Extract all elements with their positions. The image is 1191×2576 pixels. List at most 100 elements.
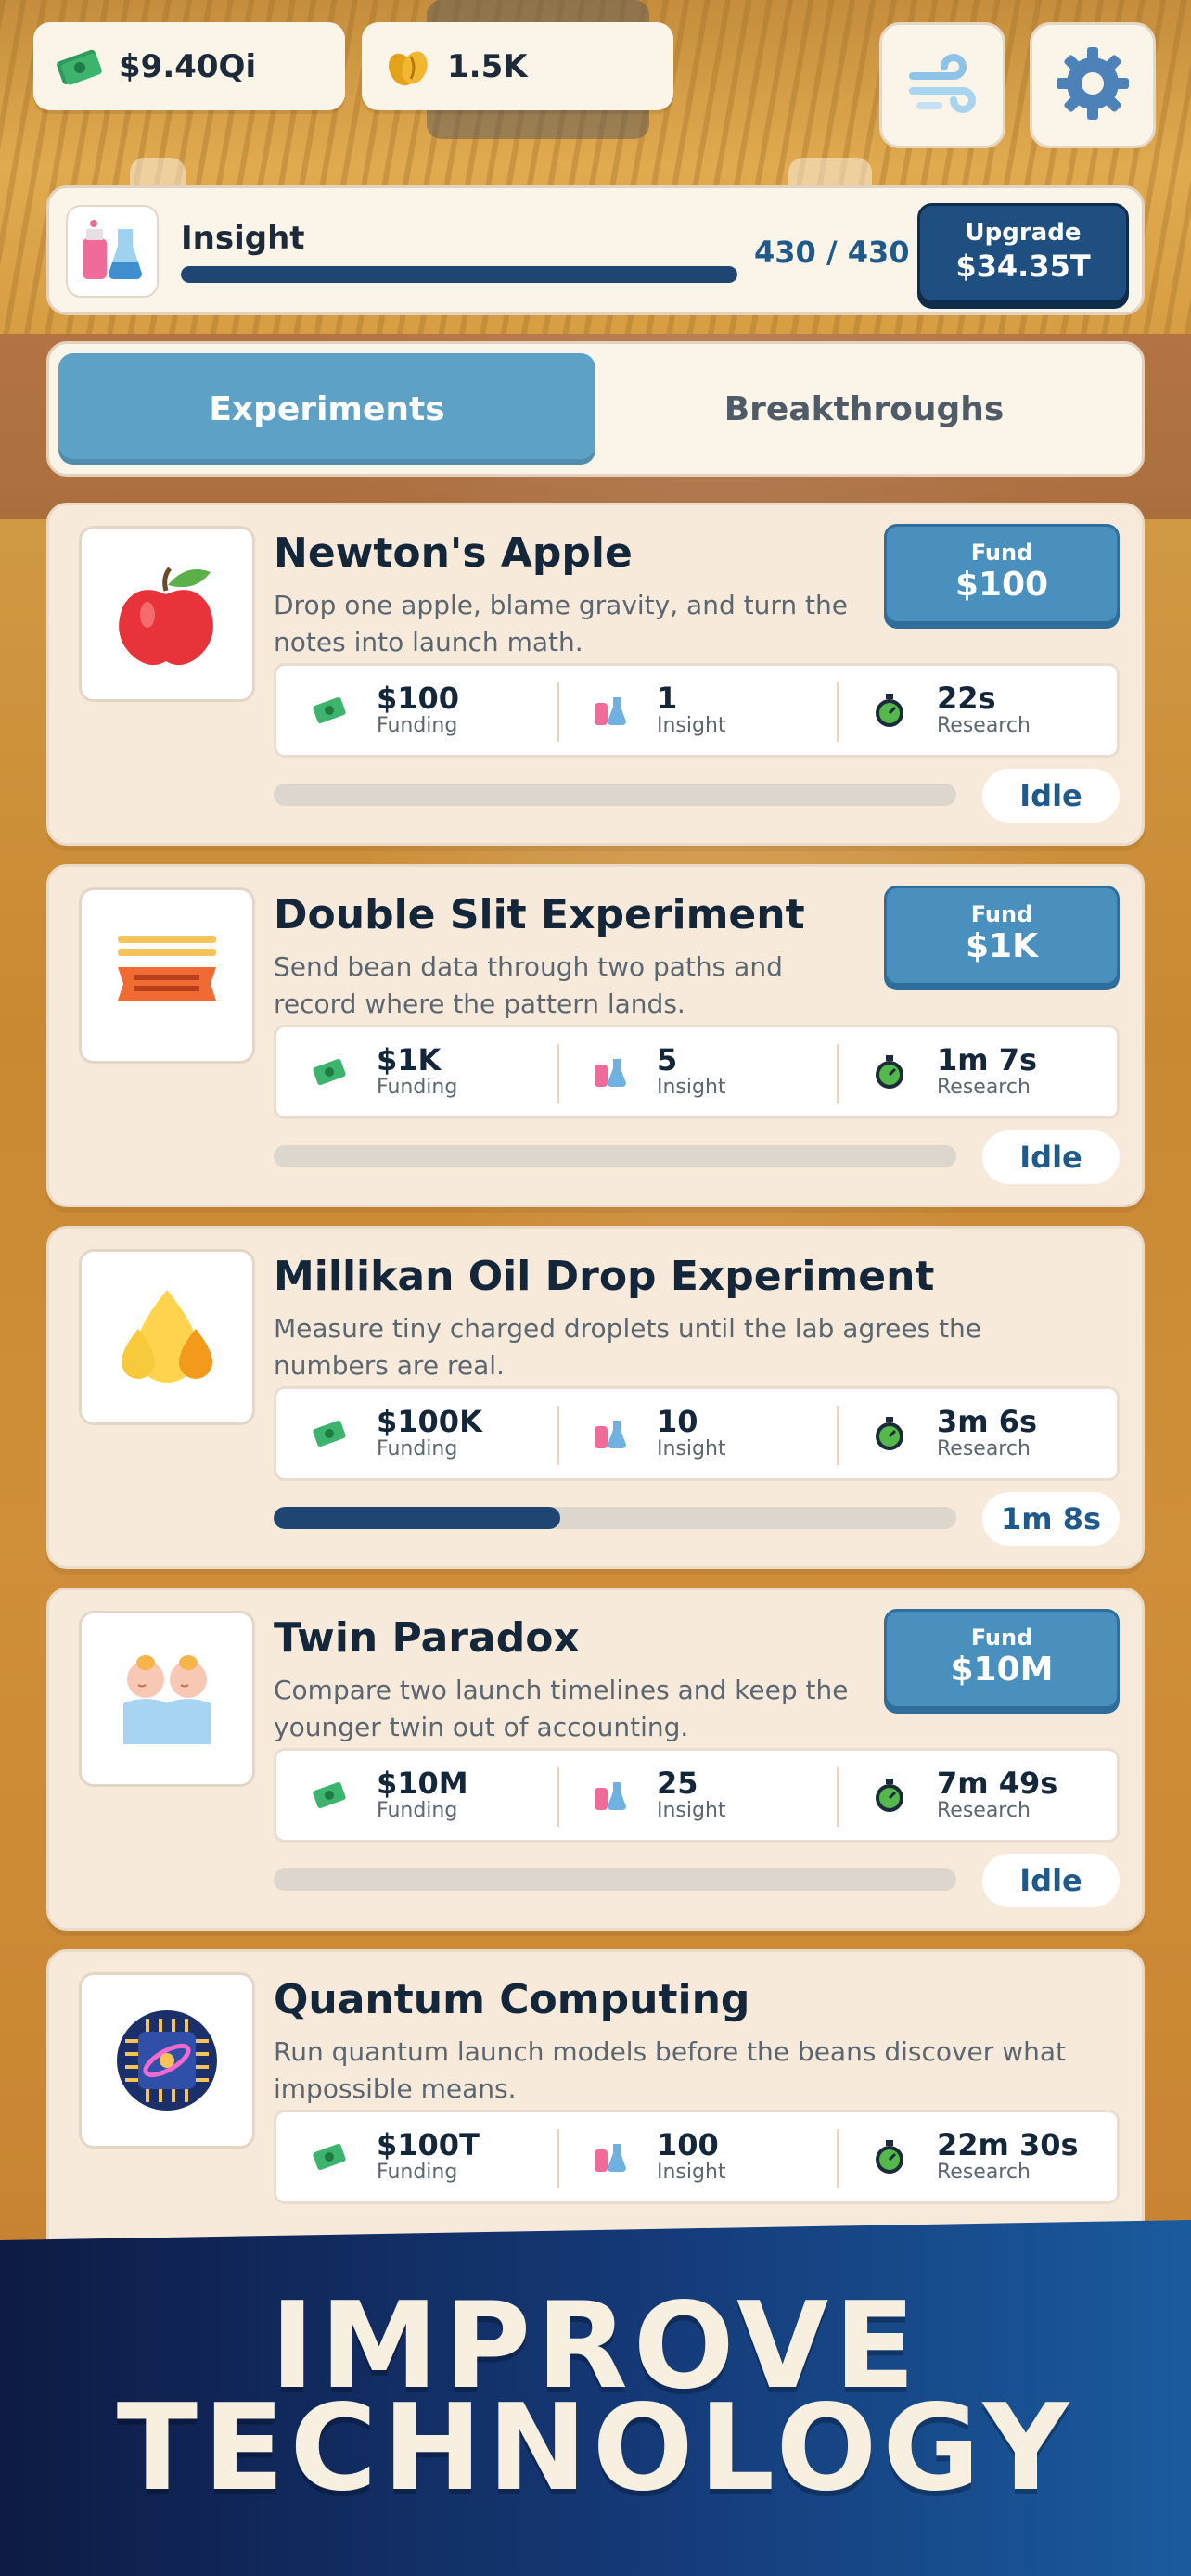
stopwatch-icon xyxy=(870,1776,909,1815)
funding-label: Funding xyxy=(377,714,458,737)
status-badge: Idle xyxy=(982,769,1120,823)
experiment-card-double-slit: Double Slit Experiment Send bean data th… xyxy=(46,864,1145,1207)
insight-label: Insight xyxy=(657,2161,726,2184)
research-label: Research xyxy=(937,2161,1031,2184)
research-label: Research xyxy=(937,1437,1031,1460)
research-value: 22m 30s xyxy=(937,2127,1079,2162)
promo-line-2: TECHNOLOGY xyxy=(116,2379,1075,2518)
funding-value: $100 xyxy=(377,681,460,716)
research-stat: 22s Research xyxy=(837,666,1117,755)
research-stat: 3m 6s Research xyxy=(837,1389,1117,1478)
research-stat: 7m 49s Research xyxy=(837,1751,1117,1840)
fund-cost: $100 xyxy=(954,566,1049,604)
stopwatch-icon xyxy=(870,691,909,730)
funding-stat: $10M Funding xyxy=(276,1751,557,1840)
funding-label: Funding xyxy=(377,2161,458,2184)
tab-breakthroughs[interactable]: Breakthroughs xyxy=(596,353,1133,465)
funding-value: $1K xyxy=(377,1042,442,1078)
flask-icon xyxy=(590,1776,629,1815)
experiment-description: Send bean data through two paths and rec… xyxy=(274,951,783,1019)
gear-icon xyxy=(1051,42,1134,129)
fund-button[interactable]: Fund $10M xyxy=(884,1609,1120,1709)
oil-drop-icon xyxy=(79,1249,255,1425)
status-badge: Idle xyxy=(982,1854,1120,1907)
wind-button[interactable] xyxy=(879,22,1005,148)
insight-count: 430 / 430 xyxy=(754,235,910,270)
research-progress-bar xyxy=(274,1145,956,1167)
experiment-stats: $1K Funding 5 Insight 1m 7s Research xyxy=(274,1025,1120,1119)
cash-icon xyxy=(54,41,106,93)
cash-icon xyxy=(310,2137,349,2176)
double-slit-icon xyxy=(79,887,255,1064)
flask-icon xyxy=(590,1052,629,1091)
stopwatch-icon xyxy=(870,1414,909,1453)
insight-value: 5 xyxy=(657,1042,678,1078)
beans-icon xyxy=(382,41,434,93)
insight-progress-fill xyxy=(181,266,737,283)
cash-counter: $9.40Qi xyxy=(33,22,345,110)
fund-label: Fund xyxy=(970,901,1033,927)
funding-value: $100K xyxy=(377,1404,482,1439)
apple-icon xyxy=(79,526,255,702)
insight-label: Insight xyxy=(657,1076,726,1099)
funding-value: $10M xyxy=(377,1766,468,1801)
status-badge: Idle xyxy=(982,1130,1120,1184)
funding-stat: $100T Funding xyxy=(276,2112,557,2201)
beans-value: 1.5K xyxy=(447,47,528,85)
flask-icon xyxy=(66,205,159,298)
insight-stat: 100 Insight xyxy=(557,2112,837,2201)
insight-value: 25 xyxy=(657,1766,698,1801)
fund-label: Fund xyxy=(970,540,1033,566)
funding-stat: $100 Funding xyxy=(276,666,557,755)
beans-counter: 1.5K xyxy=(362,22,673,110)
funding-label: Funding xyxy=(377,1076,458,1099)
insight-label: Insight xyxy=(657,1437,726,1460)
fund-button[interactable]: Fund $1K xyxy=(884,886,1120,986)
twins-icon xyxy=(79,1611,255,1787)
funding-stat: $100K Funding xyxy=(276,1389,557,1478)
funding-label: Funding xyxy=(377,1799,458,1822)
experiment-description: Compare two launch timelines and keep th… xyxy=(274,1675,849,1742)
research-label: Research xyxy=(937,1076,1031,1099)
cash-icon xyxy=(310,691,349,730)
research-progress-bar xyxy=(274,1868,956,1891)
experiment-description: Run quantum launch models before the bea… xyxy=(274,2036,1066,2104)
quantum-chip-icon xyxy=(79,1972,255,2149)
insight-stat: 1 Insight xyxy=(557,666,837,755)
experiment-description: Drop one apple, blame gravity, and turn … xyxy=(274,590,848,657)
experiment-description: Measure tiny charged droplets until the … xyxy=(274,1313,982,1381)
research-stat: 22m 30s Research xyxy=(837,2112,1117,2201)
experiment-title: Millikan Oil Drop Experiment xyxy=(274,1253,935,1300)
upgrade-button[interactable]: Upgrade $34.35T xyxy=(917,203,1129,303)
experiment-title: Quantum Computing xyxy=(274,1976,750,2023)
cash-icon xyxy=(310,1776,349,1815)
upgrade-cost: $34.35T xyxy=(955,249,1091,284)
tab-experiments[interactable]: Experiments xyxy=(58,353,596,465)
insight-value: 100 xyxy=(657,2127,719,2162)
insight-stat: 10 Insight xyxy=(557,1389,837,1478)
insight-panel: Insight 430 / 430 Upgrade $34.35T xyxy=(46,185,1145,315)
research-value: 22s xyxy=(937,681,996,716)
research-progress-fill xyxy=(274,1507,561,1529)
research-value: 7m 49s xyxy=(937,1766,1058,1801)
research-label: Research xyxy=(937,1799,1031,1822)
settings-button[interactable] xyxy=(1030,22,1156,148)
experiment-card-newtons-apple: Newton's Apple Drop one apple, blame gra… xyxy=(46,503,1145,846)
upgrade-label: Upgrade xyxy=(965,219,1082,247)
insight-stat: 25 Insight xyxy=(557,1751,837,1840)
research-progress-bar xyxy=(274,784,956,806)
cash-icon xyxy=(310,1414,349,1453)
flask-icon xyxy=(590,2137,629,2176)
promo-headline: IMPROVE TECHNOLOGY xyxy=(0,2288,1191,2518)
experiment-title: Double Slit Experiment xyxy=(274,891,805,938)
fund-button[interactable]: Fund $100 xyxy=(884,524,1120,624)
experiment-title: Twin Paradox xyxy=(274,1614,580,1662)
insight-value: 10 xyxy=(657,1404,698,1439)
tab-bar: Experiments Breakthroughs xyxy=(46,341,1145,477)
experiment-stats: $100K Funding 10 Insight 3m 6s Research xyxy=(274,1386,1120,1481)
insight-value: 1 xyxy=(657,681,678,716)
insight-label: Insight xyxy=(657,1799,726,1822)
flask-icon xyxy=(590,691,629,730)
insight-progress-bar xyxy=(181,266,737,283)
fund-cost: $10M xyxy=(950,1651,1054,1689)
